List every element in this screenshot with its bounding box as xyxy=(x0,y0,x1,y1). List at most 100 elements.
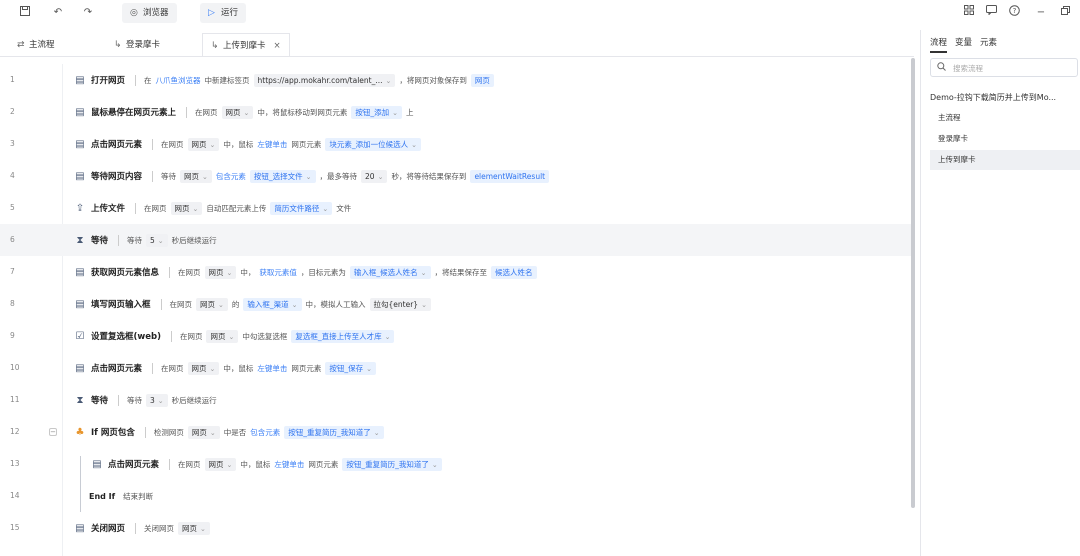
step-text: 网页元素 xyxy=(308,459,339,469)
flow-step-row[interactable]: 4 ▤ 等待网页内容 等待 网页 ⌄ 包含元素 按钮_选择文件 ⌄ ，最多等待 20 ⌄ 秒，将等待结果… xyxy=(0,160,914,192)
param-keyword[interactable]: 包含元素 xyxy=(216,171,246,182)
tab-upload-moka[interactable]: ↳ 上传到摩卡 × xyxy=(202,33,290,57)
tab-variables[interactable]: 变量 xyxy=(955,36,972,51)
flow-step-row[interactable]: 14 End If 结束判断 xyxy=(0,480,914,512)
param-chip[interactable]: 网页 ⌄ xyxy=(206,329,239,343)
param-chip[interactable]: 网页 ⌄ xyxy=(221,105,254,119)
flow-step-row[interactable]: 12− ♣ If 网页包含 检测网页 网页 ⌄ 中是否 包含元素 按钮_重复简历_我知道了 ⌄ xyxy=(0,416,914,448)
element-chip[interactable]: 复选框_直接上传至人才库 ⌄ xyxy=(291,329,395,343)
param-chip[interactable]: 网页 ⌄ xyxy=(180,169,212,183)
chevron-down-icon: ⌄ xyxy=(226,460,233,469)
flow-editor: 1 ▤ 打开网页在八爪鱼浏览器 中新建标签页 https://app.mokahr.co… xyxy=(0,64,914,556)
restore-icon[interactable] xyxy=(1057,5,1073,21)
param-chip[interactable]: 拉勾{enter} ⌄ xyxy=(369,297,431,311)
param-keyword[interactable]: 八爪鱼浏览器 xyxy=(156,75,201,86)
param-chip[interactable]: 网页 ⌄ xyxy=(187,137,220,151)
flow-step-row[interactable]: 7 ▤ 获取网页元素信息 在网页 网页 ⌄ 中， 获取元素值 ，目标元素为 输入框_候选人姓名 ⌄，… xyxy=(0,256,914,288)
close-tab-icon[interactable]: × xyxy=(274,41,281,51)
element-chip[interactable]: 按钮_保存 ⌄ xyxy=(325,361,377,375)
param-keyword[interactable]: 获取元素值 xyxy=(259,267,297,278)
flow-step-row[interactable]: 9 ☑ 设置复选框(web) 在网页 网页 ⌄ 中勾选复选框 复选框_直接上传至人才库 ⌄ xyxy=(0,320,914,352)
param-keyword[interactable]: 包含元素 xyxy=(250,427,280,438)
step-text: 中是否 xyxy=(223,427,247,437)
redo-icon[interactable]: ↷ xyxy=(80,5,96,21)
separator xyxy=(152,138,154,150)
element-chip[interactable]: elementWaitResult xyxy=(470,169,550,183)
chevron-down-icon: ⌄ xyxy=(420,268,427,277)
step-text: 中，鼠标 xyxy=(223,139,254,149)
top-toolbar: ↶ ↷ ◎ 浏览器 ▷ 运行 ? − xyxy=(0,0,1080,26)
browser-button[interactable]: ◎ 浏览器 xyxy=(122,3,177,23)
param-keyword[interactable]: 左键单击 xyxy=(274,459,304,470)
tab-flow[interactable]: 流程 xyxy=(930,36,948,53)
element-chip[interactable]: 按钮_重复简历_我知道了 ⌄ xyxy=(342,457,442,471)
param-chip[interactable]: 网页 ⌄ xyxy=(187,425,220,439)
flow-step-row[interactable]: 1 ▤ 打开网页在八爪鱼浏览器 中新建标签页 https://app.mokahr.co… xyxy=(0,64,914,96)
step-text: 等待 xyxy=(127,235,143,245)
editor-scrollbar[interactable] xyxy=(911,58,915,508)
param-chip[interactable]: 网页 ⌄ xyxy=(187,361,220,375)
element-chip[interactable]: 按钮_添加 ⌄ xyxy=(351,105,403,119)
element-chip[interactable]: 按钮_重复简历_我知道了 ⌄ xyxy=(284,425,384,439)
minimize-icon[interactable]: − xyxy=(1033,5,1049,21)
flow-list-item-main[interactable]: 主流程 xyxy=(930,108,1080,128)
grid-icon[interactable] xyxy=(961,5,977,21)
element-chip[interactable]: 简历文件路径 ⌄ xyxy=(270,201,333,215)
svg-text:?: ? xyxy=(1012,7,1016,15)
right-panel-tabs: 流程 变量 元素 xyxy=(930,36,1005,53)
hover-icon: ▤ xyxy=(75,106,85,118)
step-text: 上 xyxy=(406,107,414,117)
param-chip[interactable]: 网页 ⌄ xyxy=(204,265,237,279)
step-title: 等待网页内容 xyxy=(91,172,143,182)
chevron-down-icon: ⌄ xyxy=(157,396,164,405)
flow-step-row[interactable]: 11 ⧗ 等待 等待 3 ⌄ 秒后继续运行 xyxy=(0,384,914,416)
param-chip[interactable]: https://app.mokahr.com/talent_... ⌄ xyxy=(253,73,396,87)
element-chip[interactable]: 候选人姓名 xyxy=(491,265,537,279)
param-keyword[interactable]: 左键单击 xyxy=(257,363,287,374)
element-chip[interactable]: 块元素_添加一位候选人 ⌄ xyxy=(325,137,422,151)
flow-step-row[interactable]: 6 ⧗ 等待 等待 5 ⌄ 秒后继续运行 xyxy=(0,224,914,256)
tab-elements[interactable]: 元素 xyxy=(980,36,997,51)
flow-step-row[interactable]: 5 ⇪ 上传文件 在网页 网页 ⌄ 自动匹配元素上传 简历文件路径 ⌄ 文件 xyxy=(0,192,914,224)
flow-list-item-upload[interactable]: 上传到摩卡 xyxy=(930,150,1080,170)
undo-icon[interactable]: ↶ xyxy=(50,5,66,21)
param-chip[interactable]: 网页 ⌄ xyxy=(204,457,237,471)
flow-step-row[interactable]: 2 ▤ 鼠标悬停在网页元素上 在网页 网页 ⌄ 中，将鼠标移动到网页元素 按钮_添加 ⌄ 上 xyxy=(0,96,914,128)
save-icon[interactable] xyxy=(17,5,33,21)
step-text: ，将结果保存至 xyxy=(434,267,488,277)
element-chip[interactable]: 输入框_渠道 ⌄ xyxy=(243,297,302,311)
param-chip[interactable]: 网页 ⌄ xyxy=(178,521,210,535)
flow-icon: ⇄ xyxy=(17,40,25,50)
param-chip[interactable]: 5 ⌄ xyxy=(146,233,168,247)
step-title: 点击网页元素 xyxy=(91,140,143,150)
message-icon[interactable] xyxy=(983,5,999,21)
param-chip[interactable]: 3 ⌄ xyxy=(146,393,168,407)
run-button[interactable]: ▷ 运行 xyxy=(200,3,247,23)
step-content: ▤ 点击网页元素 在网页 网页 ⌄ 中，鼠标 左键单击 网页元素 块元素_添加一位候选人 ⌄ xyxy=(74,128,425,160)
separator xyxy=(144,426,146,438)
separator xyxy=(118,234,120,246)
param-chip[interactable]: 20 ⌄ xyxy=(361,169,388,183)
param-chip[interactable]: 网页 ⌄ xyxy=(196,297,228,311)
separator xyxy=(169,266,171,278)
flow-step-row[interactable]: 8 ▤ 填写网页输入框 在网页 网页 ⌄ 的输入框_渠道 ⌄ 中，模拟人工输入 拉勾{enter}… xyxy=(0,288,914,320)
wait-content-icon: ▤ xyxy=(75,170,85,182)
flow-step-row[interactable]: 13 ▤ 点击网页元素 在网页 网页 ⌄ 中，鼠标 左键单击 网页元素 按钮_重复简历_我知道了 ⌄ xyxy=(0,448,914,480)
search-icon xyxy=(937,62,946,74)
flow-search-input[interactable] xyxy=(953,62,1073,74)
element-chip[interactable]: 网页 xyxy=(470,73,494,87)
element-chip[interactable]: 按钮_选择文件 ⌄ xyxy=(249,169,316,183)
element-chip[interactable]: 输入框_候选人姓名 ⌄ xyxy=(349,265,431,279)
param-chip[interactable]: 网页 ⌄ xyxy=(170,201,203,215)
tab-main-flow[interactable]: ⇄ 主流程 xyxy=(17,33,55,57)
fold-toggle-icon[interactable]: − xyxy=(49,428,57,436)
param-keyword[interactable]: 左键单击 xyxy=(257,139,287,150)
flow-step-row[interactable]: 10 ▤ 点击网页元素 在网页 网页 ⌄ 中，鼠标 左键单击 网页元素 按钮_保存 ⌄ xyxy=(0,352,914,384)
flow-step-row[interactable]: 15 ▤ 关闭网页 关闭网页 网页 ⌄ xyxy=(0,512,914,544)
step-text: 秒后继续运行 xyxy=(171,395,217,405)
flow-list-item-login[interactable]: 登录摩卡 xyxy=(930,129,1080,149)
chevron-down-icon: ⌄ xyxy=(411,140,418,149)
help-icon[interactable]: ? xyxy=(1006,5,1022,21)
tab-login-moka[interactable]: ↳ 登录摩卡 xyxy=(114,33,160,57)
flow-step-row[interactable]: 3 ▤ 点击网页元素 在网页 网页 ⌄ 中，鼠标 左键单击 网页元素 块元素_添加一位候选人 ⌄ xyxy=(0,128,914,160)
